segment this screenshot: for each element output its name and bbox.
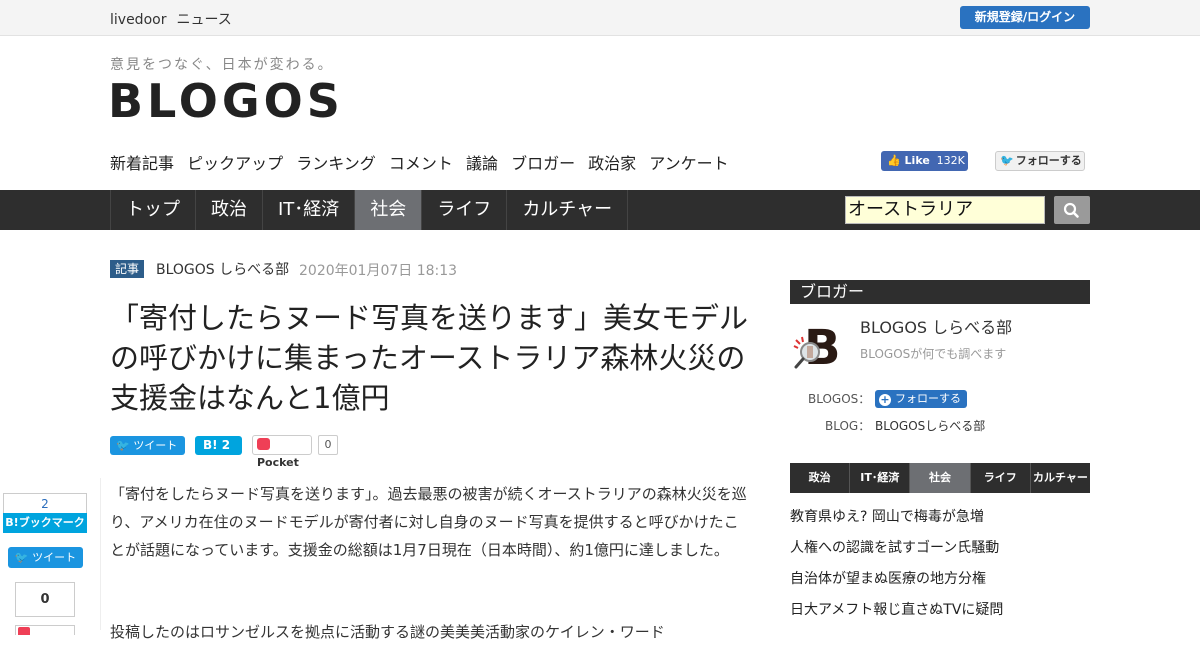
article-author[interactable]: BLOGOS しらべる部 [156,259,289,279]
blog-label: BLOG： [825,419,871,433]
site-tagline: 意見をつなぐ、日本が変わる。 [110,57,334,73]
brand-news[interactable]: ニュース [176,12,231,28]
fb-like-count: 132K [936,154,965,167]
subnav-item-new[interactable]: 新着記事 [110,154,174,173]
sub-navigation: 新着記事 ピックアップ ランキング コメント 議論 ブロガー 政治家 アンケート [110,150,737,174]
subnav-item-survey[interactable]: アンケート [649,154,728,173]
article-body-paragraph-2: 投稿したのはロサンゼルスを拠点に活動する謎の美美美活動家のケイレン・ワード [110,623,665,641]
article-date: 2020年01月07日 18:13 [299,263,458,279]
nav-tab-life[interactable]: ライフ [422,190,508,230]
top-bar: livedoor ニュース 新規登録/ログイン [0,0,1200,36]
hatena-bookmark-label[interactable]: B!ブックマーク [3,513,87,533]
side-tab-culture[interactable]: カルチャー [1031,463,1090,493]
site-logo[interactable]: BLOGOS [108,74,344,128]
hatena-bookmark-count[interactable]: 2 [3,493,87,513]
blogger-avatar[interactable]: B [790,318,842,370]
floating-tweet-label: ツイート [32,551,77,564]
search-button[interactable] [1054,196,1090,224]
side-tab-life[interactable]: ライフ [971,463,1031,493]
subnav-item-politician[interactable]: 政治家 [588,154,636,173]
nav-tab-politics[interactable]: 政治 [196,190,263,230]
floating-share-bar: 2 B!ブックマーク 🐦 ツイート 0 [0,478,101,635]
blogger-description: BLOGOSが何でも調べます [860,347,1007,361]
facebook-like-button[interactable]: 👍 Like 132K [881,151,968,171]
list-item[interactable]: 教育県ゆえ? 岡山で梅毒が急増 [790,506,1090,537]
list-item[interactable]: 自治体が望まぬ医療の地方分権 [790,568,1090,599]
twitter-bird-icon: 🐦 [116,439,130,452]
plus-icon: + [879,393,891,406]
tw-follow-label: フォローする [1015,154,1082,167]
floating-tweet-button[interactable]: 🐦 ツイート [8,547,83,568]
fb-like-label: Like [904,154,930,167]
subnav-item-blogger[interactable]: ブロガー [511,154,575,173]
twitter-bird-icon: 🐦 [14,551,29,564]
search-icon [1063,202,1079,218]
article-title: 「寄付したらヌード写真を送ります」美女モデルの呼びかけに集まったオーストラリア森… [110,301,749,415]
list-item[interactable]: 日大アメフト報じ直さぬTVに疑問 [790,599,1090,630]
signup-login-button[interactable]: 新規登録/ログイン [960,6,1090,29]
side-tab-politics[interactable]: 政治 [790,463,851,493]
pocket-button[interactable]: Pocket [252,435,312,469]
twitter-follow-button[interactable]: 🐦 フォローする [995,151,1085,171]
subnav-item-pickup[interactable]: ピックアップ [187,154,283,173]
sidebar-blogger-heading: ブロガー [790,280,1090,304]
brand-livedoor[interactable]: livedoor [110,12,166,28]
blog-link[interactable]: BLOGOSしらべる部 [875,417,985,434]
subnav-item-ranking[interactable]: ランキング [296,154,376,173]
nav-tab-it-economy[interactable]: IT･経済 [263,190,356,230]
list-item[interactable]: 人権への認識を試すゴーン氏騒動 [790,537,1090,568]
side-tab-society[interactable]: 社会 [910,463,971,493]
blogger-name[interactable]: BLOGOS しらべる部 [860,314,1012,338]
nav-tab-society[interactable]: 社会 [355,190,423,230]
blogger-follow-button[interactable]: + フォローする [875,390,967,408]
follow-label: フォローする [895,392,961,405]
subnav-item-comment[interactable]: コメント [389,154,453,173]
article-type-tag: 記事 [110,260,145,278]
subnav-item-debate[interactable]: 議論 [466,154,498,173]
livedoor-news-brand[interactable]: livedoor ニュース [110,9,242,29]
sidebar-article-list: 教育県ゆえ? 岡山で梅毒が急増 人権への認識を試すゴーン氏騒動 自治体が望まぬ医… [790,506,1090,630]
tweet-button[interactable]: 🐦 ツイート [110,436,185,455]
pocket-count: 0 [318,435,338,455]
floating-pocket-count: 0 [15,582,75,617]
search-input[interactable]: オーストラリア [845,196,1045,224]
nav-tab-culture[interactable]: カルチャー [507,190,629,230]
pocket-label: Pocket [257,456,299,469]
pocket-icon [18,627,30,635]
twitter-bird-icon: 🐦 [1000,154,1014,167]
hatena-bookmark-button[interactable]: B! 2 [195,436,242,455]
floating-pocket-button[interactable] [15,625,75,635]
article-body-paragraph: 「寄付をしたらヌード写真を送ります」。過去最悪の被害が続くオーストラリアの森林火… [110,485,747,559]
thumbs-up-icon: 👍 [887,154,901,167]
sidebar-category-tabs: 政治 IT･経済 社会 ライフ カルチャー [790,463,1090,493]
blogos-label: BLOGOS： [808,392,871,406]
tweet-label: ツイート [133,439,178,452]
side-tab-it-economy[interactable]: IT･経済 [850,463,911,493]
nav-tab-top[interactable]: トップ [111,190,196,230]
pocket-icon [257,438,270,450]
